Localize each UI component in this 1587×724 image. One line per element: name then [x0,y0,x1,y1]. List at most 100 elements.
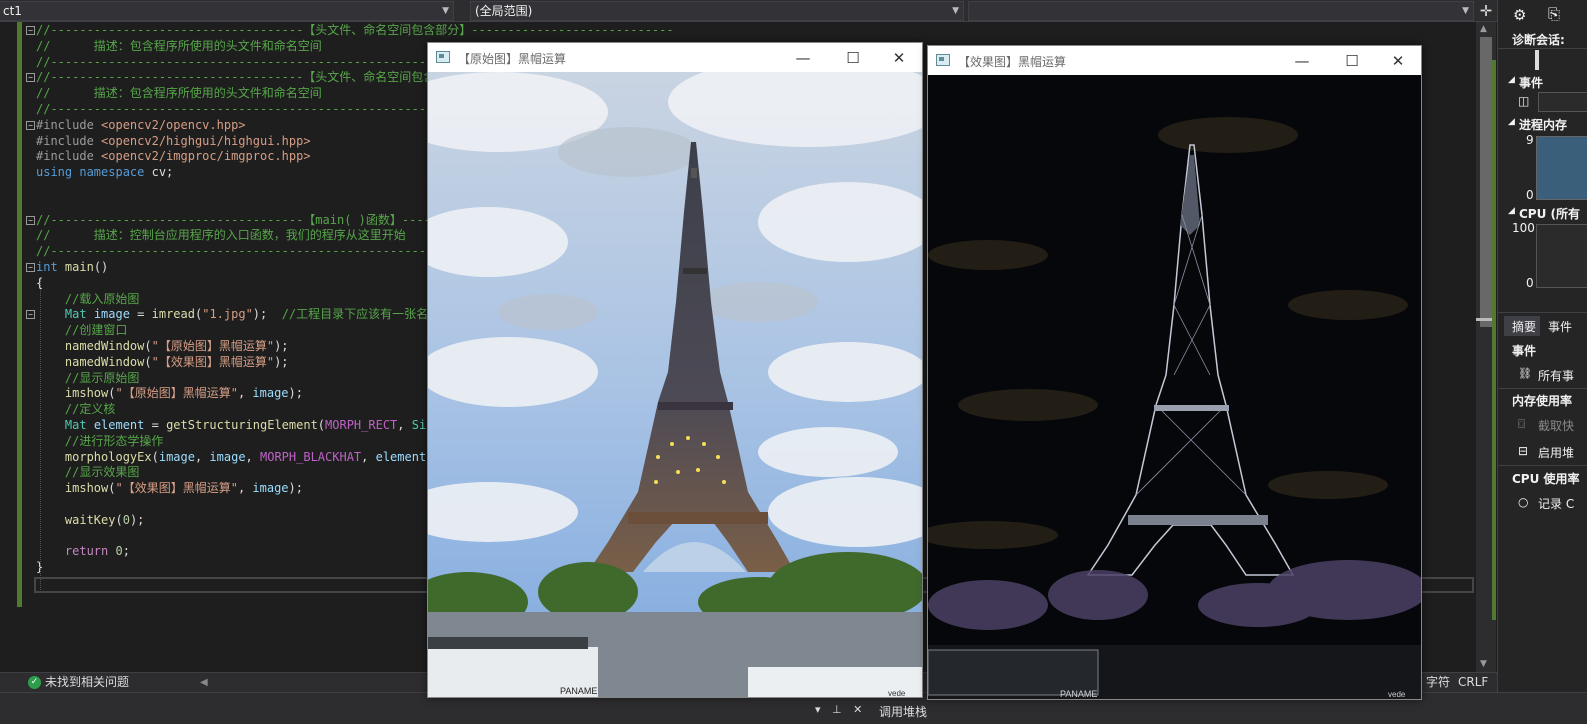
expand-arrow-icon[interactable]: ◢ [1508,206,1515,216]
code-line[interactable]: −//-----------------------------------【头… [26,22,674,38]
window-title: 【原始图】黑帽运算 [458,52,567,66]
code-line[interactable] [26,180,36,196]
collapse-icon[interactable]: − [26,120,35,130]
code-line[interactable]: #include <opencv2/imgproc/imgproc.hpp> [26,148,311,164]
code-line[interactable]: imshow("【原始图】黑帽运算", image); [26,385,303,401]
gear-icon[interactable]: ⚙ [1513,6,1526,24]
record-cpu-button[interactable]: 记录 C [1538,495,1574,512]
code-line[interactable]: morphologyEx(image, image, MORPH_BLACKHA… [26,449,441,465]
code-line[interactable]: //显示效果图 [26,464,139,480]
code-line[interactable]: // 描述：包含程序所使用的头文件和命名空间 [26,85,322,101]
code-line[interactable]: //创建窗口 [26,322,127,338]
code-token: #include [36,149,102,164]
code-line[interactable]: waitKey(0); [26,512,145,528]
code-line[interactable] [26,496,36,512]
minimize-button[interactable]: — [1279,49,1325,73]
take-snapshot-button[interactable]: 截取快 [1538,417,1574,434]
editor-vertical-scrollbar[interactable]: ▲ ▼ [1476,22,1496,672]
code-token: , [237,386,253,401]
maximize-button[interactable]: ☐ [1329,49,1375,73]
code-token: imshow [64,481,109,496]
code-line[interactable]: − int main() [26,259,108,275]
collapse-icon[interactable]: − [26,26,35,35]
code-line[interactable] [26,196,36,212]
close-button[interactable]: ✕ [876,46,922,70]
enable-heap-button[interactable]: 启用堆 [1538,444,1574,461]
tab-summary[interactable]: 摘要 [1512,318,1536,335]
code-line[interactable]: { [26,275,43,291]
code-line[interactable]: #include <opencv2/highgui/highgui.hpp> [26,133,311,149]
code-token: <opencv2/opencv.hpp> [101,117,246,132]
collapse-icon[interactable]: − [26,73,35,83]
code-token: <opencv2/imgproc/imgproc.hpp> [101,149,311,164]
code-token: <opencv2/highgui/highgui.hpp> [101,133,311,148]
code-line[interactable]: return 0; [26,543,130,559]
collapse-icon[interactable]: − [26,310,35,320]
code-line[interactable]: using namespace cv; [26,164,173,180]
close-button[interactable]: ✕ [1375,49,1421,73]
code-token: MORPH_RECT [325,418,398,432]
code-token: element [375,449,427,464]
code-line[interactable]: − #include <opencv2/opencv.hpp> [26,117,246,133]
timeline-cursor[interactable] [1535,50,1539,70]
project-dropdown[interactable]: ct1 ▼ [0,1,454,21]
code-line[interactable]: //进行形态学操作 [26,433,163,449]
panel-tools[interactable]: ▾ ⊥ ✕ [815,703,866,716]
minimize-button[interactable]: — [780,46,826,70]
all-events-link[interactable]: 所有事 [1538,367,1574,384]
expand-arrow-icon[interactable]: ◢ [1508,75,1515,85]
code-token: //--------------------------------------… [36,244,484,259]
boat-text: vede [1388,690,1406,699]
effect-image-window[interactable]: 【效果图】黑帽运算 — ☐ ✕ PANAME vede [927,45,1422,700]
window-titlebar[interactable]: 【原始图】黑帽运算 — ☐ ✕ [428,43,922,72]
member-dropdown[interactable]: ▼ [968,1,1474,21]
tab-events[interactable]: 事件 [1548,318,1572,335]
call-stack-tab[interactable]: 调用堆栈 [879,703,927,720]
code-line[interactable]: namedWindow("【原始图】黑帽运算"); [26,338,289,354]
process-memory-label: 进程内存 [1519,118,1568,132]
original-image-window[interactable]: 【原始图】黑帽运算 — ☐ ✕ PANAME vede [427,42,923,698]
code-token: image [252,481,289,496]
code-line[interactable]: //定义核 [26,401,115,417]
chevron-down-icon: ▼ [952,6,959,16]
issues-status[interactable]: 未找到相关问题 [45,673,129,692]
code-token: Mat [64,418,94,432]
code-line[interactable]: // 描述：控制台应用程序的入口函数，我们的程序从这里开始 [26,227,406,243]
pause-icon[interactable]: ◫ [1518,94,1529,108]
code-token: () [93,260,109,274]
scroll-down-icon[interactable]: ▼ [1480,659,1487,669]
scroll-up-icon[interactable]: ▲ [1480,24,1487,34]
expand-arrow-icon[interactable]: ◢ [1508,117,1515,127]
blackhat-result-photo: PANAME vede [928,75,1421,699]
code-line[interactable]: } [26,559,43,575]
scroll-thumb[interactable] [1480,37,1492,327]
code-line[interactable] [26,528,36,544]
code-line[interactable]: //--------------------------------------… [26,243,484,259]
code-token: ( [317,418,326,432]
code-line[interactable]: //载入原始图 [26,291,139,307]
code-line[interactable]: //显示原始图 [26,370,139,386]
code-line[interactable]: // 描述：包含程序所使用的头文件和命名空间 [26,38,322,54]
scroll-left-icon[interactable]: ◀ [200,673,208,692]
code-line[interactable]: namedWindow("【效果图】黑帽运算"); [26,354,289,370]
split-plus-icon[interactable]: ✛ [1476,0,1496,22]
window-titlebar[interactable]: 【效果图】黑帽运算 — ☐ ✕ [928,46,1421,75]
scope-dropdown[interactable]: (全局范围) ▼ [470,1,964,21]
export-icon[interactable]: ⎘ [1548,5,1560,23]
record-icon: ○ [1518,495,1529,509]
line-ending-status[interactable]: CRLF [1458,673,1488,692]
boat-name: PANAME [560,686,597,696]
code-token: //创建窗口 [64,323,128,338]
collapse-icon[interactable]: − [26,263,35,272]
code-line[interactable]: imshow("【效果图】黑帽运算", image); [26,480,303,496]
encoding-status[interactable]: 字符 [1426,673,1450,692]
code-line[interactable]: //--------------------------------------… [26,101,484,117]
collapse-icon[interactable]: − [26,215,35,225]
code-token: getStructuringElement [166,418,318,432]
code-token: "【效果图】黑帽运算" [151,354,275,369]
maximize-button[interactable]: ☐ [830,46,876,70]
code-line[interactable]: //--------------------------------------… [26,54,484,70]
code-token: //--------------------------------------… [36,54,484,69]
